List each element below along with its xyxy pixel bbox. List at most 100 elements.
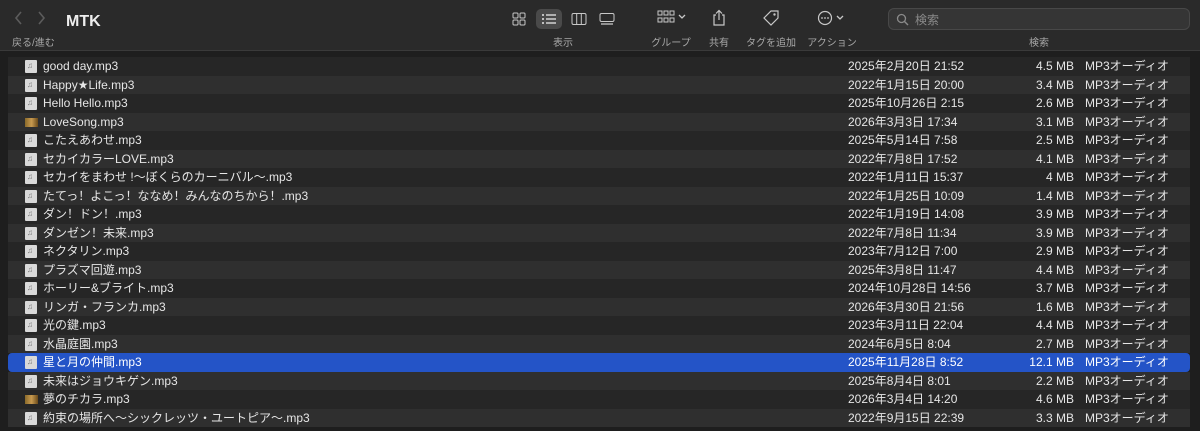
file-row[interactable]: 夢のチカラ.mp3 2026年3月4日 14:20 4.6 MB MP3オーディオ (8, 390, 1190, 409)
file-row[interactable]: ホーリー&ブライト.mp3 2024年10月28日 14:56 3.7 MB MP3オ… (8, 279, 1190, 298)
file-kind: MP3オーディオ (1085, 281, 1169, 295)
file-row[interactable]: ネクタリン.mp3 2023年7月12日 7:00 2.9 MB MP3オーディオ (8, 242, 1190, 261)
view-switcher (506, 9, 622, 29)
tag-label: タグを追加 (746, 38, 796, 49)
file-name: ダン！ドン！.mp3 (43, 207, 142, 221)
file-size: 3.1 MB (1035, 114, 1074, 129)
file-date: 2022年7月8日 17:52 (848, 151, 958, 166)
file-date: 2022年9月15日 22:39 (848, 410, 965, 425)
list-icon (542, 14, 556, 24)
file-name: Hello Hello.mp3 (43, 96, 128, 110)
view-label: 表示 (553, 38, 573, 49)
audio-file-icon (25, 242, 37, 261)
file-kind: MP3オーディオ (1085, 318, 1169, 332)
audio-file-icon (25, 187, 37, 205)
column-view-button[interactable] (566, 9, 592, 29)
file-kind: MP3オーディオ (1085, 225, 1169, 240)
file-date: 2025年5月14日 7:58 (848, 133, 958, 147)
audio-file-icon (25, 279, 37, 298)
file-row[interactable]: 水晶庭園.mp3 2024年6月5日 8:04 2.7 MB MP3オーディオ (8, 334, 1190, 353)
file-size: 4.1 MB (1035, 151, 1074, 166)
file-row[interactable]: こたえあわせ.mp3 2025年5月14日 7:58 2.5 MB MP3オーディオ (8, 131, 1190, 150)
audio-file-icon (25, 57, 37, 76)
search-label: 検索 (1029, 38, 1049, 49)
share-label: 共有 (709, 38, 729, 49)
chevron-left-icon (14, 11, 22, 25)
file-name: プラズマ回遊.mp3 (43, 262, 142, 277)
file-date: 2023年7月12日 7:00 (848, 244, 958, 258)
audio-file-icon (25, 261, 37, 279)
file-row[interactable]: Happy★Life.mp3 2022年1月15日 20:00 3.4 MB MP3オ… (8, 75, 1190, 94)
file-row[interactable]: リンガ・フランカ.mp3 2026年3月30日 21:56 1.6 MB MP3オーデ… (8, 297, 1190, 316)
chevron-right-icon (38, 11, 46, 25)
icon-view-button[interactable] (506, 9, 532, 29)
tag-icon (763, 10, 779, 26)
file-size: 4.4 MB (1035, 262, 1074, 277)
file-kind: MP3オーディオ (1085, 188, 1169, 203)
gallery-view-button[interactable] (594, 9, 620, 29)
back-button[interactable] (10, 8, 28, 28)
toolbar: 戻る/進む MTK 表示 グループ 共有 タグを追加 アクション 検索 検索 (0, 0, 1200, 51)
file-row[interactable]: 星と月の仲間.mp3 2025年11月28日 8:52 12.1 MB MP3オーディ… (8, 353, 1190, 372)
file-size: 3.7 MB (1035, 281, 1074, 295)
file-date: 2024年10月28日 14:56 (848, 281, 971, 295)
file-size: 3.4 MB (1035, 77, 1074, 92)
file-date: 2026年3月4日 14:20 (848, 392, 958, 406)
columns-icon (571, 13, 587, 25)
action-label: アクション (807, 38, 857, 49)
search-field[interactable] (888, 8, 1190, 30)
forward-button[interactable] (32, 8, 50, 28)
audio-file-icon (25, 353, 37, 372)
file-size: 1.4 MB (1035, 188, 1074, 203)
file-row[interactable]: LoveSong.mp3 2026年3月3日 17:34 3.1 MB MP3オーディ… (8, 112, 1190, 131)
file-row[interactable]: 光の鍵.mp3 2023年3月11日 22:04 4.4 MB MP3オーディオ (8, 316, 1190, 335)
file-date: 2025年11月28日 8:52 (848, 355, 964, 369)
file-date: 2023年3月11日 22:04 (848, 318, 964, 332)
file-kind: MP3オーディオ (1085, 392, 1169, 406)
audio-file-icon (25, 316, 37, 335)
tag-button[interactable] (762, 9, 780, 29)
file-size: 3.9 MB (1035, 207, 1074, 221)
file-row[interactable]: ダンゼン！未来.mp3 2022年7月8日 11:34 3.9 MB MP3オーディオ (8, 223, 1190, 242)
file-row[interactable]: 未来はジョウキゲン.mp3 2025年8月4日 8:01 2.2 MB MP3オーディ… (8, 371, 1190, 390)
audio-file-icon (25, 94, 37, 113)
gallery-icon (599, 13, 615, 25)
audio-file-icon (25, 76, 37, 94)
file-date: 2025年3月8日 11:47 (848, 262, 957, 277)
file-date: 2022年1月19日 14:08 (848, 207, 965, 221)
file-row[interactable]: Hello Hello.mp3 2025年10月26日 2:15 2.6 MB MP3… (8, 94, 1190, 113)
file-row[interactable]: 約束の場所へ〜シックレッツ・ユートピア〜.mp3 2022年9月15日 22:39… (8, 408, 1190, 427)
action-button[interactable] (816, 9, 848, 29)
search-input[interactable] (913, 11, 1187, 29)
file-name: LoveSong.mp3 (43, 114, 124, 129)
file-row[interactable]: good day.mp3 2025年2月20日 21:52 4.5 MB MP3オーデ… (8, 57, 1190, 76)
file-size: 1.6 MB (1035, 299, 1074, 314)
file-date: 2022年1月25日 10:09 (848, 188, 965, 203)
file-size: 3.3 MB (1035, 410, 1074, 425)
file-size: 4 MB (1045, 170, 1074, 184)
share-button[interactable] (711, 9, 727, 29)
list-view-button[interactable] (536, 9, 562, 29)
file-date: 2024年6月5日 8:04 (848, 336, 951, 351)
file-name: 未来はジョウキゲン.mp3 (43, 373, 178, 388)
file-name: ホーリー&ブライト.mp3 (43, 281, 174, 295)
file-row[interactable]: プラズマ回遊.mp3 2025年3月8日 11:47 4.4 MB MP3オーディオ (8, 260, 1190, 279)
file-kind: MP3オーディオ (1085, 355, 1169, 369)
file-name: ダンゼン！未来.mp3 (43, 225, 154, 240)
group-button[interactable] (656, 9, 688, 29)
file-date: 2022年7月8日 11:34 (848, 225, 957, 240)
grid-icon (512, 12, 526, 26)
file-kind: MP3オーディオ (1085, 114, 1169, 129)
file-row[interactable]: ダン！ドン！.mp3 2022年1月19日 14:08 3.9 MB MP3オーディオ (8, 205, 1190, 224)
file-name: 星と月の仲間.mp3 (43, 355, 142, 369)
audio-file-icon (25, 131, 37, 150)
file-row[interactable]: たてっ！よこっ！ななめ！みんなのちから！.mp3 2022年1月25日 10:09… (8, 186, 1190, 205)
file-size: 3.9 MB (1035, 225, 1074, 240)
file-row[interactable]: セカイをまわせ !〜ぼくらのカーニバル〜.mp3 2022年1月11日 15:37… (8, 168, 1190, 187)
file-name: good day.mp3 (43, 59, 119, 73)
audio-file-icon (25, 168, 37, 187)
file-date: 2025年8月4日 8:01 (848, 373, 951, 388)
file-kind: MP3オーディオ (1085, 133, 1169, 147)
file-row[interactable]: セカイカラーLOVE.mp3 2022年7月8日 17:52 4.1 MB MP3オー… (8, 149, 1190, 168)
file-size: 2.7 MB (1035, 336, 1074, 351)
